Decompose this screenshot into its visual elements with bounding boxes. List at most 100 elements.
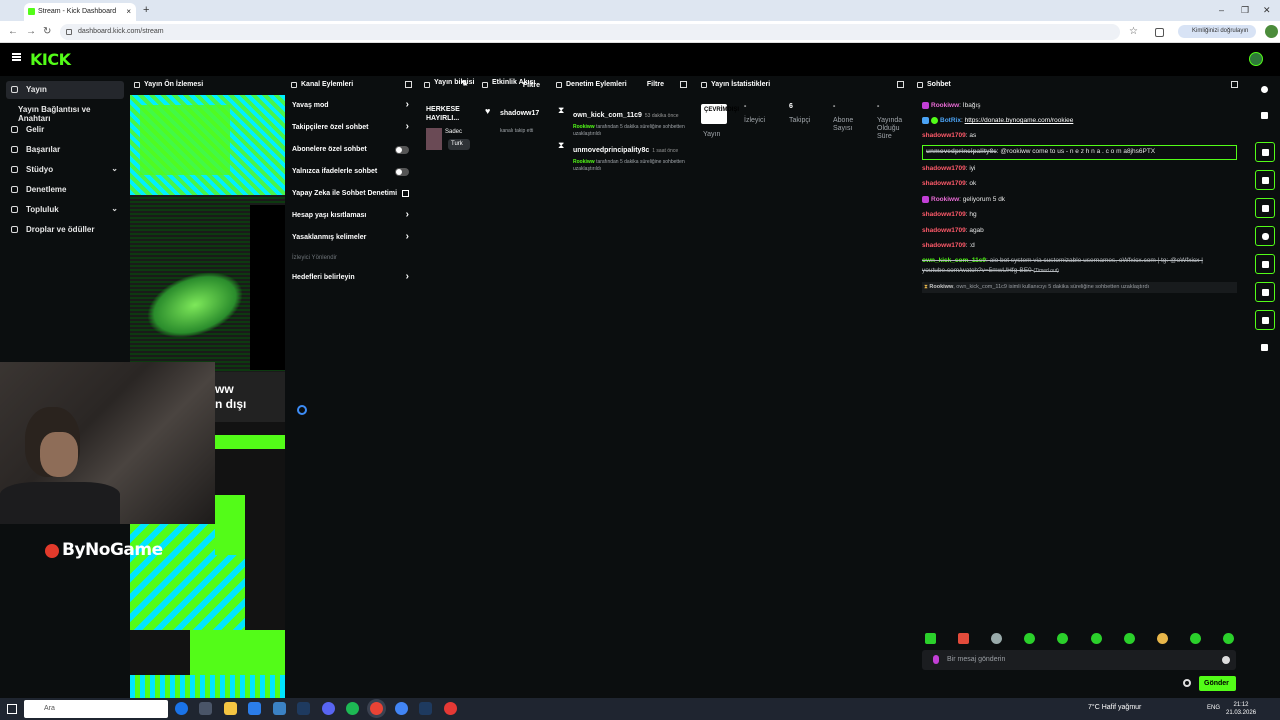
popout-icon[interactable] <box>680 81 687 88</box>
profile-verify-button[interactable]: Kimliğinizi doğrulayın <box>1178 25 1256 38</box>
chat-username[interactable]: own_kick_com_11c9 <box>922 257 986 264</box>
start-icon[interactable] <box>7 704 17 714</box>
chat-message[interactable]: BotRix: https://donate.bynogame.com/rook… <box>922 117 1237 124</box>
sidebar-item-revenue[interactable]: Gelir <box>6 121 124 139</box>
sidebar-item-moderation[interactable]: Denetleme <box>6 181 124 199</box>
action-slow-mode[interactable]: Yavaş mod › <box>287 95 417 117</box>
activity-user[interactable]: shadoww17 <box>500 110 539 117</box>
emote-icon[interactable] <box>1223 633 1234 644</box>
chat-username[interactable]: unmovedprincipality8c <box>926 148 997 155</box>
store-icon[interactable] <box>248 702 261 715</box>
user-avatar[interactable] <box>1249 52 1263 66</box>
chat-username[interactable]: Rookiww <box>931 196 959 203</box>
chat-message[interactable]: shadoww1709: iyi <box>922 165 1237 172</box>
app-icon[interactable] <box>395 702 408 715</box>
action-set-goals[interactable]: Hedefleri belirleyin › <box>287 267 417 289</box>
sidebar-item-achievements[interactable]: Başarılar <box>6 141 124 159</box>
url-field[interactable]: dashboard.kick.com/stream <box>60 24 1120 40</box>
browser-tab[interactable]: Stream - Kick Dashboard × <box>24 3 136 21</box>
chat-message[interactable]: Rookiww: İbağış <box>922 102 1237 109</box>
spotify-icon[interactable] <box>346 702 359 715</box>
emote-only-toggle[interactable] <box>395 168 409 176</box>
chat-username[interactable]: shadoww1709 <box>922 180 966 187</box>
taskview-icon[interactable] <box>199 702 212 715</box>
action-subscribers-only[interactable]: Abonelere özel sohbet <box>287 139 417 161</box>
popout-icon[interactable] <box>897 81 904 88</box>
emote-icon[interactable] <box>1190 633 1201 644</box>
info-icon[interactable] <box>1255 80 1275 100</box>
broadcast-icon[interactable] <box>1255 254 1275 274</box>
chat-message[interactable]: shadoww1709: agab <box>922 227 1237 234</box>
emote-icon[interactable] <box>991 633 1002 644</box>
sidebar-item-community[interactable]: Topluluk ⌄ <box>6 201 124 219</box>
mod-filter-button[interactable]: Filtre <box>647 81 664 88</box>
discord-icon[interactable] <box>322 702 335 715</box>
chat-message[interactable]: shadoww1709: ok <box>922 180 1237 187</box>
sidebar-item-drops[interactable]: Droplar ve ödüller <box>6 221 124 239</box>
sidebar-item-stream-key[interactable]: Yayın Bağlantısı ve Anahtarı <box>6 101 124 123</box>
puzzle-icon[interactable] <box>1255 338 1275 358</box>
edge-icon[interactable] <box>175 702 188 715</box>
browser-avatar[interactable] <box>1265 25 1278 38</box>
site-info-icon[interactable] <box>66 29 72 35</box>
extensions-icon[interactable] <box>1155 28 1164 37</box>
emote-icon[interactable] <box>1024 633 1035 644</box>
chat-username[interactable]: Rookiww <box>929 284 953 290</box>
chat-message[interactable]: shadoww1709: hg <box>922 211 1237 218</box>
menu-icon[interactable] <box>12 53 21 61</box>
grid-icon[interactable] <box>1255 282 1275 302</box>
chat-username[interactable]: BotRix <box>940 117 961 124</box>
steam-icon[interactable] <box>297 702 310 715</box>
back-icon[interactable]: ← <box>8 26 18 37</box>
kick-logo[interactable]: KICK <box>30 50 71 69</box>
action-account-age[interactable]: Hesap yaşı kısıtlaması › <box>287 205 417 227</box>
chat-username[interactable]: shadoww1709 <box>922 165 966 172</box>
document-icon[interactable] <box>1255 198 1275 218</box>
action-followers-only[interactable]: Takipçilere özel sohbet › <box>287 117 417 139</box>
bookmark-star-icon[interactable]: ☆ <box>1129 26 1138 37</box>
popout-icon[interactable] <box>405 81 412 88</box>
chat-username[interactable]: shadoww1709 <box>922 211 966 218</box>
app-icon[interactable] <box>273 702 286 715</box>
weather-widget[interactable]: 7°C Hafif yağmur <box>1088 704 1141 711</box>
chrome-icon[interactable] <box>370 702 383 715</box>
taskbar-search[interactable]: Ara <box>24 700 168 718</box>
obs-icon[interactable] <box>444 702 457 715</box>
forward-icon[interactable]: → <box>26 26 36 37</box>
chat-message[interactable]: shadoww1709: as <box>922 132 1237 139</box>
clock[interactable]: 21:12 21.03.2026 <box>1226 701 1256 717</box>
chat-username[interactable]: shadoww1709 <box>922 242 966 249</box>
edit-icon[interactable]: ✎ <box>461 80 468 88</box>
pencil-icon[interactable] <box>1255 106 1275 126</box>
chat-username[interactable]: Rookiww <box>931 102 959 109</box>
emoji-icon[interactable] <box>1222 656 1230 664</box>
emote-icon[interactable] <box>1091 633 1102 644</box>
list-item[interactable]: ⧗ own_kick_com_11c9 53 dakika önce Rookiw… <box>552 95 692 137</box>
emote-icon[interactable] <box>1057 633 1068 644</box>
sidebar-item-stream[interactable]: Yayın <box>6 81 124 99</box>
wrench-icon[interactable] <box>1255 310 1275 330</box>
steam-icon[interactable] <box>419 702 432 715</box>
reload-icon[interactable]: ↻ <box>43 26 51 37</box>
popout-icon[interactable] <box>1231 81 1238 88</box>
emote-icon[interactable] <box>1124 633 1135 644</box>
chat-link[interactable]: https://donate.bynogame.com/rookiee <box>965 117 1074 124</box>
close-tab-icon[interactable]: × <box>126 7 131 16</box>
list-item[interactable]: ⧗ unmovedprincipality8c 1 saat önce Rooki… <box>552 130 692 172</box>
chat-message-highlighted[interactable]: unmovedprincipality8c: @rookiww come to … <box>922 145 1237 160</box>
chat-bubble-icon[interactable] <box>1255 226 1275 246</box>
chat-input[interactable]: Bir mesaj gönderin <box>922 650 1236 670</box>
chat-username[interactable]: shadoww1709 <box>922 227 966 234</box>
emote-icon[interactable] <box>1157 633 1168 644</box>
subscribers-only-toggle[interactable] <box>395 146 409 154</box>
send-button[interactable]: Gönder <box>1199 676 1236 691</box>
action-emote-only[interactable]: Yalnızca ifadelerle sohbet <box>287 161 417 183</box>
emote-icon[interactable] <box>925 633 936 644</box>
activity-filter-button[interactable]: Filtre <box>523 82 540 89</box>
chat-message[interactable]: Rookiww: geliyorum 5 dk <box>922 196 1237 203</box>
lightning-icon[interactable] <box>1255 170 1275 190</box>
emote-icon[interactable] <box>958 633 969 644</box>
chat-username[interactable]: shadoww1709 <box>922 132 966 139</box>
robot-icon[interactable] <box>1255 142 1275 162</box>
new-tab-icon[interactable]: + <box>143 4 149 16</box>
